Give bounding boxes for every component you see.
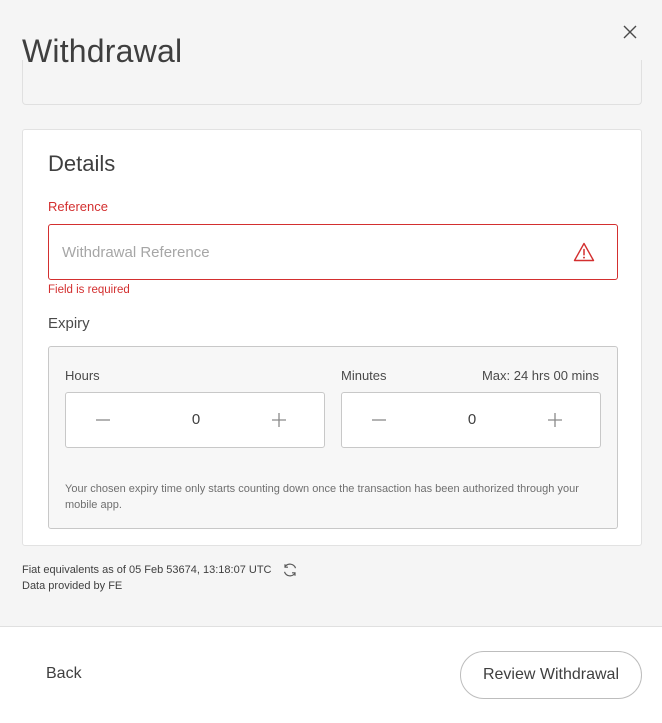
reference-label: Reference bbox=[48, 199, 108, 214]
details-heading: Details bbox=[48, 151, 116, 176]
refresh-button[interactable] bbox=[282, 562, 298, 578]
withdrawal-dialog: Withdrawal Details Reference Field is re… bbox=[0, 0, 662, 723]
hours-label: Hours bbox=[65, 368, 100, 383]
hours-decrement-button[interactable] bbox=[90, 407, 116, 433]
warning-triangle-icon bbox=[573, 242, 595, 262]
hours-stepper: 0 bbox=[65, 392, 325, 448]
close-button[interactable] bbox=[618, 20, 642, 44]
plus-icon bbox=[272, 413, 286, 427]
review-withdrawal-button[interactable]: Review Withdrawal bbox=[460, 651, 642, 699]
expiry-label: Expiry bbox=[48, 315, 90, 332]
expiry-note: Your chosen expiry time only starts coun… bbox=[65, 483, 579, 511]
minutes-stepper: 0 bbox=[341, 392, 601, 448]
details-card: Details Reference Field is required Expi… bbox=[22, 129, 642, 546]
previous-section-card bbox=[22, 60, 642, 105]
footer-divider bbox=[0, 626, 662, 627]
max-expiry-label: Max: 24 hrs 00 mins bbox=[481, 368, 599, 383]
dialog-body: Withdrawal Details Reference Field is re… bbox=[0, 0, 662, 626]
fiat-timestamp: Fiat equivalents as of 05 Feb 53674, 13:… bbox=[22, 564, 272, 576]
hours-value[interactable]: 0 bbox=[136, 411, 256, 428]
plus-icon bbox=[548, 413, 562, 427]
minus-icon bbox=[96, 419, 110, 421]
minutes-increment-button[interactable] bbox=[542, 407, 568, 433]
minutes-decrement-button[interactable] bbox=[366, 407, 392, 433]
hours-increment-button[interactable] bbox=[266, 407, 292, 433]
reference-field bbox=[48, 224, 618, 280]
reference-error-message: Field is required bbox=[48, 284, 130, 296]
minus-icon bbox=[372, 419, 386, 421]
data-provider-label: Data provided by FE bbox=[22, 580, 123, 592]
expiry-panel: Hours Minutes Max: 24 hrs 00 mins 0 0 Yo… bbox=[48, 346, 618, 529]
minutes-value[interactable]: 0 bbox=[412, 411, 532, 428]
refresh-icon bbox=[283, 563, 297, 577]
close-icon bbox=[623, 25, 637, 39]
minutes-label: Minutes bbox=[341, 368, 387, 383]
reference-input[interactable] bbox=[49, 225, 569, 279]
back-button[interactable]: Back bbox=[46, 665, 82, 683]
